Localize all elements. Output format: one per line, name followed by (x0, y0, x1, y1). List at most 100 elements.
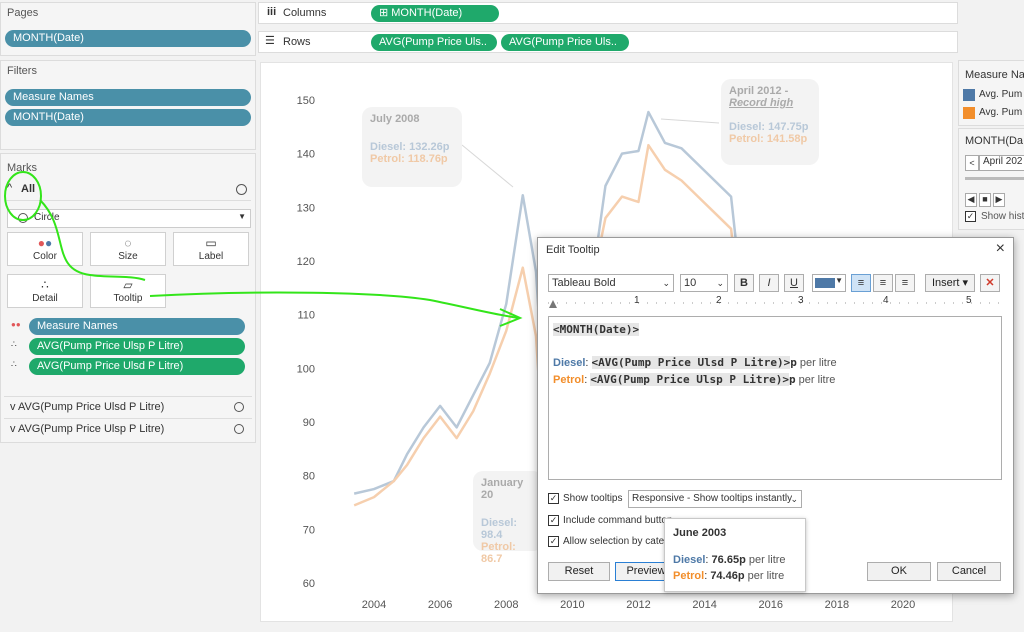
size-button[interactable]: ◌ Size (90, 232, 166, 266)
editor-petrol-colon: : (584, 374, 588, 386)
columns-month-pill[interactable]: ⊞ MONTH(Date) (371, 5, 499, 22)
annotation-april-2012: April 2012 - Record high Diesel: 147.75p… (721, 79, 819, 165)
editor-diesel-per-litre: per litre (796, 357, 837, 369)
preview-petrol-unit: per litre (744, 570, 785, 582)
marks-card-ulsd[interactable]: v AVG(Pump Price Ulsd P Litre) (4, 396, 252, 416)
underline-button[interactable]: U (784, 274, 804, 292)
columns-shelf[interactable]: iii Columns ⊞ MONTH(Date) (258, 2, 958, 24)
align-right-button[interactable]: ≡ (895, 274, 915, 292)
ruler-mark-3: 3 (798, 295, 804, 306)
x-tick-label: 2016 (759, 599, 783, 611)
y-tick-label: 150 (297, 95, 315, 107)
allow-selection-checkbox[interactable]: ✓ (548, 536, 559, 547)
dropdown-arrow-icon: ⌄ (790, 494, 798, 504)
annotation-pointer (660, 118, 720, 124)
show-tooltips-checkbox[interactable]: ✓ (548, 493, 559, 504)
mark-type-dropdown[interactable]: Circle ▼ (7, 209, 251, 228)
align-center-button[interactable]: ≡ (873, 274, 893, 292)
x-tick-label: 2008 (494, 599, 518, 611)
legend-item-diesel[interactable]: Avg. Pum (979, 89, 1022, 100)
marks-ulsp-pill[interactable]: AVG(Pump Price Ulsp P Litre) (29, 338, 245, 355)
legend-swatch-diesel[interactable] (963, 89, 975, 101)
size-dropdown[interactable]: 10 ⌄ (680, 274, 728, 292)
legend-item-petrol[interactable]: Avg. Pum (979, 107, 1022, 118)
y-tick-label: 90 (303, 417, 315, 429)
rows-ulsd-pill[interactable]: AVG(Pump Price Uls.. (371, 34, 497, 51)
annotation-jan-diesel: Diesel: 98.4 (481, 517, 518, 541)
annotation-jan-petrol: Petrol: 86.7 (481, 541, 516, 565)
chevron-down-icon: v (10, 401, 16, 413)
close-icon[interactable]: × (996, 240, 1005, 258)
step-back-icon[interactable]: ◀ (965, 193, 977, 207)
x-tick-label: 2010 (560, 599, 584, 611)
align-left-button[interactable]: ≡ (851, 274, 871, 292)
preview-petrol-line: Petrol: 74.46p per litre (673, 570, 785, 582)
text-color-picker[interactable]: ▼ (812, 274, 846, 292)
legend-swatch-petrol[interactable] (963, 107, 975, 119)
editor-petrol-field: <AVG(Pump Price Ulsp P Litre)> (590, 373, 789, 386)
editor-petrol-per-litre: per litre (795, 374, 836, 386)
editor-diesel-colon: : (585, 357, 589, 369)
label-icon: ▭ (205, 236, 217, 250)
reset-button[interactable]: Reset (548, 562, 610, 581)
dropdown-arrow-icon: ⌄ (716, 278, 724, 288)
insert-button[interactable]: Insert ▾ (925, 274, 975, 292)
ruler-mark-2: 2 (716, 295, 722, 306)
y-tick-label: 140 (297, 149, 315, 161)
bold-button[interactable]: B (734, 274, 754, 292)
marks-measure-names-pill[interactable]: Measure Names (29, 318, 245, 335)
marks-card-ulsp[interactable]: v AVG(Pump Price Ulsp P Litre) (4, 418, 252, 438)
annotation-july-diesel: Diesel: 132.26p (370, 141, 450, 153)
circle-mark-icon (18, 213, 28, 223)
pages-panel: Pages MONTH(Date) (0, 2, 256, 56)
show-history-label: Show hist (981, 211, 1024, 222)
filters-title: Filters (7, 65, 37, 77)
pages-month-pill[interactable]: MONTH(Date) (5, 30, 251, 47)
color-button[interactable]: ●● Color (7, 232, 83, 266)
mark-type-label: Circle (34, 212, 60, 223)
font-dropdown[interactable]: Tableau Bold ⌄ (548, 274, 674, 292)
editor-diesel-field: <AVG(Pump Price Ulsd P Litre)> (591, 356, 791, 369)
ruler-marker[interactable] (549, 300, 557, 308)
detail-label: Detail (32, 293, 58, 304)
rows-shelf[interactable]: ☰ Rows AVG(Pump Price Uls.. AVG(Pump Pri… (258, 31, 958, 53)
color-field-icon: ●● (11, 320, 21, 329)
filters-panel: Filters Measure Names MONTH(Date) (0, 60, 256, 150)
show-history-checkbox[interactable]: ✓ (965, 211, 976, 222)
chevron-left-icon[interactable]: < (965, 155, 979, 171)
filter-month-pill[interactable]: MONTH(Date) (5, 109, 251, 126)
italic-button[interactable]: I (759, 274, 779, 292)
preview-diesel-unit: per litre (745, 554, 786, 566)
marks-ulsd-pill[interactable]: AVG(Pump Price Ulsd P Litre) (29, 358, 245, 375)
label-label: Label (198, 251, 224, 262)
tooltip-editor[interactable]: <MONTH(Date)> Diesel: <AVG(Pump Price Ul… (548, 316, 1002, 480)
x-tick-label: 2014 (692, 599, 716, 611)
ok-button[interactable]: OK (867, 562, 931, 581)
editor-diesel-p: p (790, 356, 797, 369)
rows-ulsp-pill[interactable]: AVG(Pump Price Uls.. (501, 34, 629, 51)
circle-icon (234, 402, 244, 412)
date-filter-value[interactable]: April 202 (979, 155, 1024, 171)
stop-icon[interactable]: ■ (979, 193, 991, 207)
detail-field-icon-2: ∴ (11, 359, 17, 369)
step-forward-icon[interactable]: ▶ (993, 193, 1005, 207)
dialog-title: Edit Tooltip (546, 244, 600, 256)
date-slider[interactable] (965, 177, 1024, 180)
marks-all-row[interactable]: ^ All (5, 180, 251, 201)
detail-icon: ∴ (41, 278, 49, 292)
tooltip-mode-dropdown[interactable]: Responsive - Show tooltips instantly ⌄ (628, 490, 802, 508)
y-tick-label: 60 (303, 578, 315, 590)
include-command-checkbox[interactable]: ✓ (548, 515, 559, 526)
x-tick-label: 2012 (626, 599, 650, 611)
clear-icon[interactable]: ✕ (980, 274, 1000, 292)
detail-button[interactable]: ∴ Detail (7, 274, 83, 308)
filter-measure-names-pill[interactable]: Measure Names (5, 89, 251, 106)
dropdown-arrow-icon: ▼ (835, 276, 843, 285)
annotation-pointer (461, 144, 514, 188)
x-tick-label: 2006 (428, 599, 452, 611)
label-button[interactable]: ▭ Label (173, 232, 249, 266)
preview-diesel-value: 76.65p (711, 554, 746, 566)
dropdown-arrow-icon: ⌄ (662, 278, 670, 288)
cancel-button[interactable]: Cancel (937, 562, 1001, 581)
tooltip-button[interactable]: ▱ Tooltip (90, 274, 166, 308)
